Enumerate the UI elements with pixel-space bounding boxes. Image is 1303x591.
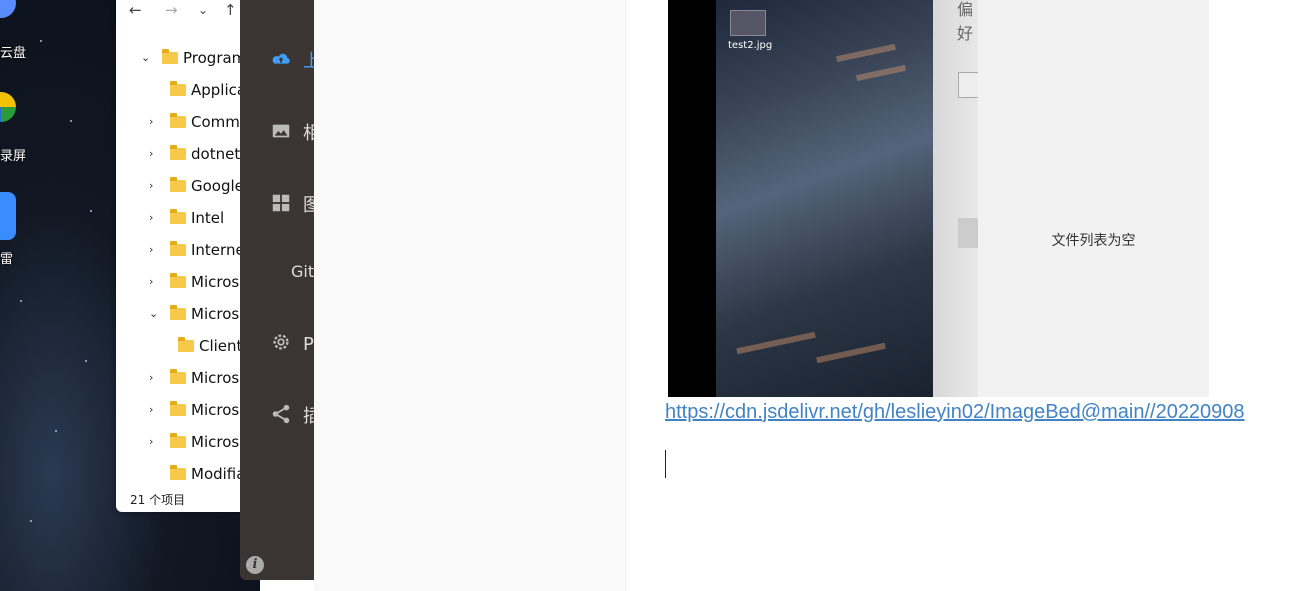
tree-item-label: Intel: [191, 209, 225, 227]
folder-icon: [170, 113, 186, 128]
tree-item-label: Internet Explorer: [191, 241, 240, 259]
sidebar-item-plugins[interactable]: 插件设置: [240, 397, 314, 431]
tree-item[interactable]: › Microsoft: [116, 426, 240, 458]
tree-item[interactable]: › Intel: [116, 202, 240, 234]
folder-icon: [170, 81, 186, 96]
chevron-right-icon[interactable]: ›: [149, 426, 153, 458]
tree-item[interactable]: › Microsoft: [116, 394, 240, 426]
embedded-screenshot-image: test2.jpg 偏好 文件列表为空: [668, 0, 1209, 397]
thunder-icon[interactable]: [0, 192, 16, 240]
tree-item-label: Applications: [191, 81, 240, 99]
share-icon: [272, 404, 290, 424]
chevron-right-icon[interactable]: ›: [149, 362, 153, 394]
grid-icon: [272, 194, 290, 212]
chevron-right-icon[interactable]: ›: [149, 170, 153, 202]
tree-item-label: Modifiable: [191, 465, 240, 483]
folder-icon: [170, 177, 186, 192]
chevron-right-icon[interactable]: ›: [149, 234, 153, 266]
chevron-right-icon[interactable]: ›: [149, 202, 153, 234]
forward-button[interactable]: →: [165, 1, 178, 19]
sidebar-item-label: PicGo设置: [303, 334, 314, 355]
chevron-down-icon[interactable]: ⌄: [149, 298, 158, 330]
file-list-panel: 文件列表为空: [978, 0, 1209, 397]
gear-icon: [273, 334, 289, 350]
tree-item-label: Common Files: [191, 113, 240, 131]
folder-icon: [170, 433, 186, 448]
folder-icon: [162, 49, 178, 64]
tree-item[interactable]: ⌄ Microsoft: [116, 298, 240, 330]
file-thumbnail: test2.jpg: [728, 10, 773, 51]
sidebar-item-label: GitHub: [291, 262, 314, 281]
tree-item[interactable]: › Google: [116, 170, 240, 202]
tree-item[interactable]: › Microsoft: [116, 266, 240, 298]
folder-icon: [170, 241, 186, 256]
sidebar-item-label: 插件设置: [303, 406, 314, 427]
folder-icon: [170, 369, 186, 384]
item-count-status: 21 个项目: [130, 493, 186, 507]
sidebar-item-settings[interactable]: PicGo设置: [240, 325, 314, 359]
tree-item[interactable]: › Microsoft: [116, 362, 240, 394]
image-icon: [272, 124, 290, 138]
sidebar-item-label: 图床设置: [303, 195, 314, 216]
chevron-right-icon[interactable]: ›: [149, 394, 153, 426]
file-explorer-window: ← → ⌄ ↑ ⌄ Program Files Applications › C…: [116, 0, 240, 512]
folder-icon: [170, 401, 186, 416]
tree-item[interactable]: › Internet Explorer: [116, 234, 240, 266]
chevron-down-icon[interactable]: ⌄: [141, 42, 150, 74]
tree-item-label: Program Files: [183, 49, 240, 67]
chevron-right-icon[interactable]: ›: [149, 266, 153, 298]
folder-icon: [170, 305, 186, 320]
editor-sidebar-pane: [314, 0, 626, 591]
sidebar-item-label: 上传区: [303, 51, 314, 72]
tree-item-label: Microsoft: [191, 401, 240, 419]
tree-item[interactable]: › Common Files: [116, 106, 240, 138]
tree-item[interactable]: Applications: [116, 74, 240, 106]
folder-icon: [178, 337, 194, 352]
chevron-right-icon[interactable]: ›: [149, 138, 153, 170]
desktop-icon-label: 雷: [0, 252, 14, 267]
cloud-drive-icon[interactable]: [0, 0, 16, 18]
embedded-photo: [716, 0, 933, 397]
info-icon[interactable]: i: [246, 556, 264, 574]
desktop-icon-label: 录屏: [0, 149, 27, 164]
folder-icon: [170, 209, 186, 224]
back-button[interactable]: ←: [129, 1, 142, 19]
sidebar-item-upload[interactable]: 上传区: [240, 42, 314, 76]
folder-icon: [170, 465, 186, 480]
text-caret: [665, 450, 666, 478]
chevron-right-icon[interactable]: ›: [149, 106, 153, 138]
upload-cloud-icon: [272, 53, 290, 64]
tree-item-label: Microsoft: [191, 369, 240, 387]
tree-item[interactable]: ClientSetup: [116, 330, 240, 362]
image-file-icon: [730, 10, 766, 36]
tree-item[interactable]: Modifiable: [116, 458, 240, 490]
empty-list-message: 文件列表为空: [1051, 233, 1136, 249]
sidebar-item-picbed[interactable]: 图床设置: [240, 186, 314, 220]
tree-item-label: Microsoft: [191, 433, 240, 451]
folder-icon: [170, 273, 186, 288]
sidebar-item-album[interactable]: 相册: [240, 114, 314, 148]
image-url-link[interactable]: https://cdn.jsdelivr.net/gh/leslieyin02/…: [665, 401, 1245, 424]
history-dropdown-button[interactable]: ⌄: [198, 3, 208, 17]
file-label: test2.jpg: [728, 40, 773, 51]
tree-item-label: dotnet: [191, 145, 240, 163]
tree-item-label: ClientSetup: [199, 337, 240, 355]
tree-item[interactable]: ⌄ Program Files: [116, 42, 240, 74]
up-button[interactable]: ↑: [224, 1, 237, 19]
tree-item[interactable]: › dotnet: [116, 138, 240, 170]
sidebar-item-label: 相册: [303, 123, 314, 144]
app-sidebar: 上传区 相册 图床设置 GitHub PicGo设置 插件设置 i: [240, 0, 314, 580]
panel-title: 偏好: [957, 0, 974, 43]
settings-panel-fragment: 偏好: [933, 0, 980, 397]
screen-record-icon[interactable]: [0, 92, 16, 122]
explorer-navbar: ← → ⌄ ↑: [116, 0, 240, 22]
tree-item-label: Google: [191, 177, 240, 195]
sidebar-item-github[interactable]: GitHub: [240, 256, 314, 290]
desktop-icon-label: 云盘: [0, 46, 27, 61]
tree-item-label: Microsoft: [191, 273, 240, 291]
folder-icon: [170, 145, 186, 160]
tree-item-label: Microsoft: [191, 305, 240, 323]
